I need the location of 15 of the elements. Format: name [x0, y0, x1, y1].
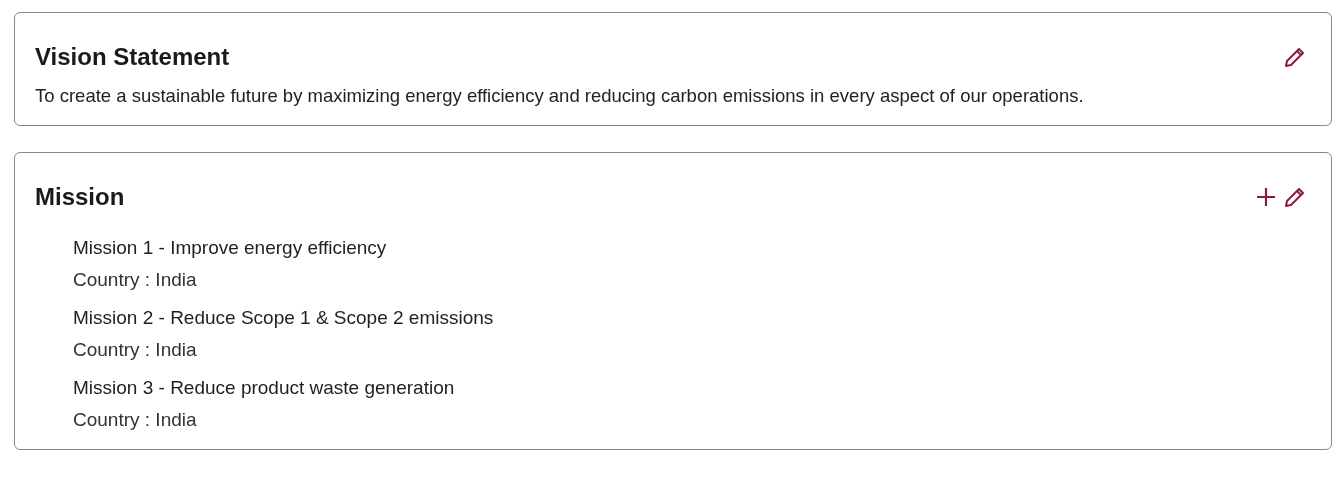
plus-icon — [1255, 186, 1277, 208]
mission-country: Country : India — [73, 339, 198, 361]
add-button[interactable] — [1255, 186, 1277, 208]
mission-title: Mission 2 - Reduce Scope 1 & Scope 2 emissions — [73, 307, 495, 329]
mission-country: Country : India — [73, 269, 198, 291]
card-title: Mission — [35, 183, 125, 211]
mission-title: Mission 3 - Reduce product waste generation — [73, 377, 456, 399]
pencil-icon — [1283, 185, 1307, 209]
card-title: Vision Statement — [35, 43, 230, 71]
mission-title: Mission 1 - Improve energy efficiency — [73, 237, 388, 259]
pencil-icon — [1283, 45, 1307, 69]
vision-text: To create a sustainable future by maximizing energy efficiency and reducing carbon emissions in every aspect of our operations. — [35, 85, 1085, 107]
edit-button[interactable] — [1283, 45, 1307, 69]
mission-country: Country : India — [73, 409, 198, 431]
edit-button[interactable] — [1283, 185, 1307, 209]
